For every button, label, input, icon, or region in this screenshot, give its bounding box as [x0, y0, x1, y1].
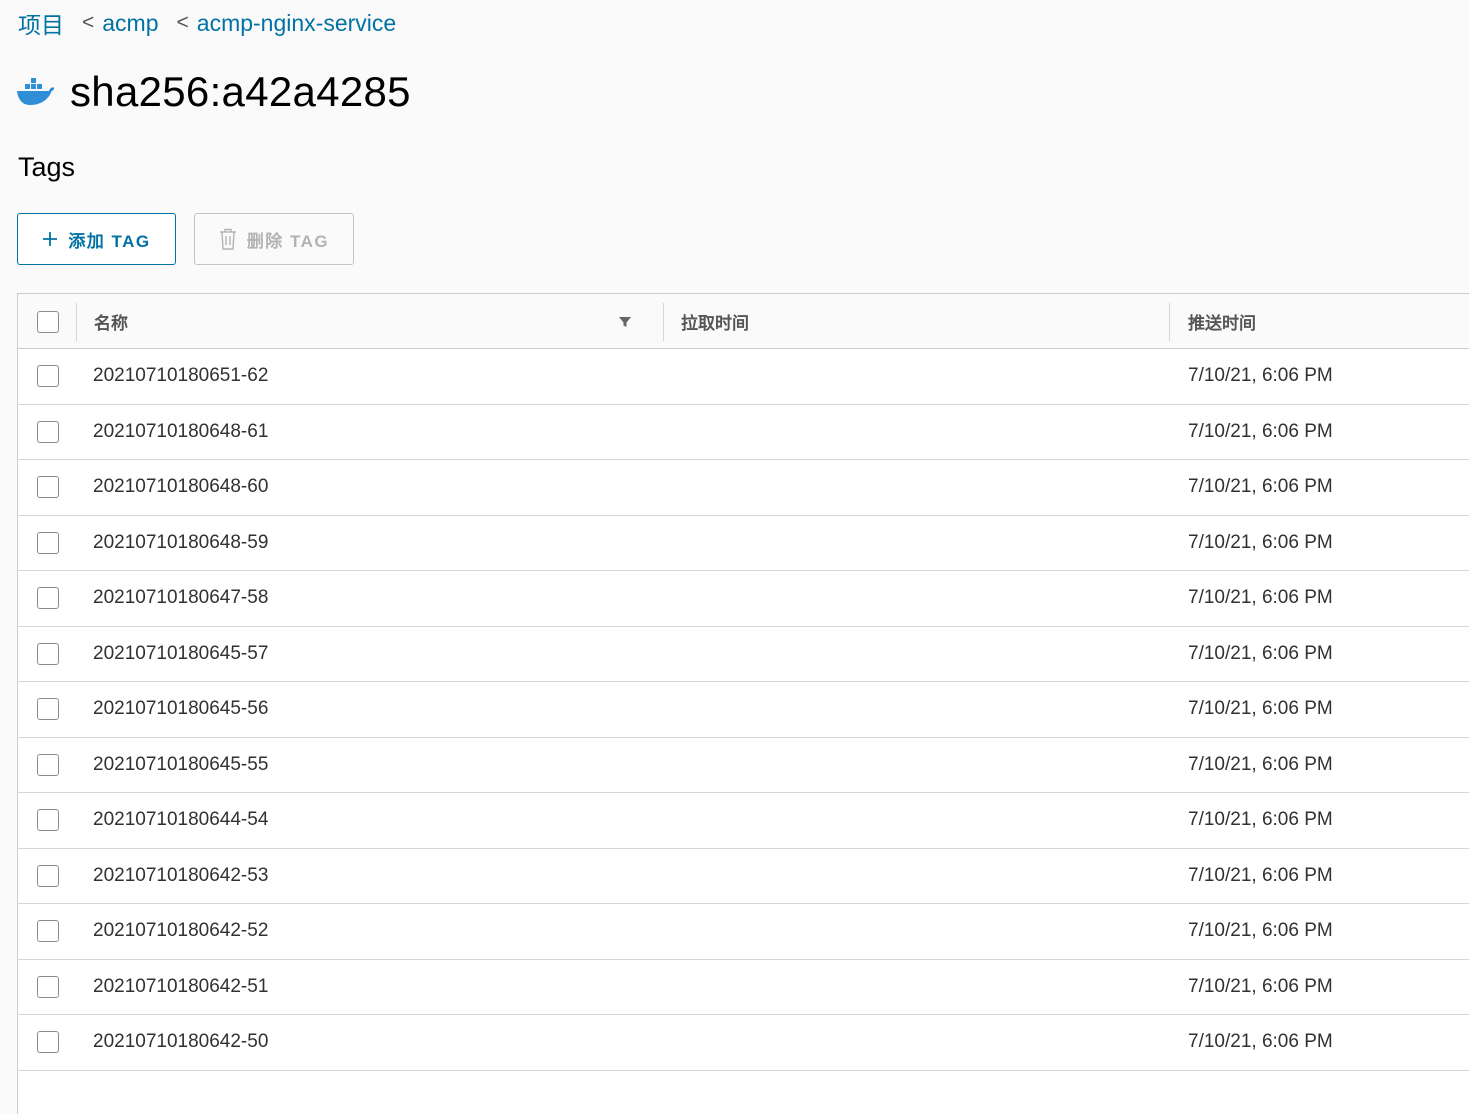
tag-name-cell: 20210710180642-50	[93, 1031, 269, 1053]
filter-cell	[618, 294, 632, 349]
column-header-pull-time[interactable]: 拉取时间	[681, 294, 749, 349]
row-checkbox[interactable]	[37, 864, 59, 887]
page-header: sha256:a42a4285	[16, 68, 411, 116]
row-select-cell	[37, 793, 59, 848]
row-select-cell	[37, 1015, 59, 1070]
row-checkbox[interactable]	[37, 365, 59, 388]
section-title-tags: Tags	[18, 152, 76, 182]
push-time-cell: 7/10/21, 6:06 PM	[1188, 1031, 1333, 1053]
table-row[interactable]: 20210710180647-58 7/10/21, 6:06 PM	[18, 571, 1469, 627]
table-row[interactable]: 20210710180642-50 7/10/21, 6:06 PM	[18, 1015, 1469, 1071]
table-row[interactable]: 20210710180648-59 7/10/21, 6:06 PM	[18, 516, 1469, 571]
column-separator	[1169, 303, 1170, 341]
tag-name-cell: 20210710180644-54	[93, 809, 269, 831]
push-time-cell: 7/10/21, 6:06 PM	[1188, 698, 1333, 720]
table-body: 20210710180651-62 7/10/21, 6:06 PM 2021071…	[18, 349, 1469, 1071]
tag-name-cell: 20210710180647-58	[93, 587, 269, 609]
column-separator	[76, 303, 77, 341]
add-tag-label: 添加 TAG	[68, 231, 151, 251]
push-time-cell: 7/10/21, 6:06 PM	[1188, 531, 1333, 553]
tag-name-cell: 20210710180645-57	[93, 642, 269, 664]
column-header-push-time-label: 推送时间	[1188, 314, 1256, 333]
row-select-cell	[37, 571, 59, 626]
push-time-cell: 7/10/21, 6:06 PM	[1188, 753, 1333, 775]
row-select-cell	[37, 849, 59, 904]
table-row[interactable]: 20210710180651-62 7/10/21, 6:06 PM	[18, 349, 1469, 405]
trash-icon	[219, 228, 237, 250]
table-row[interactable]: 20210710180642-51 7/10/21, 6:06 PM	[18, 960, 1469, 1015]
tag-name-cell: 20210710180642-51	[93, 975, 269, 997]
row-select-cell	[37, 460, 59, 515]
row-checkbox[interactable]	[37, 698, 59, 721]
row-checkbox[interactable]	[37, 809, 59, 832]
row-checkbox[interactable]	[37, 753, 59, 776]
select-all-cell	[37, 294, 59, 349]
row-select-cell	[37, 516, 59, 571]
row-select-cell	[37, 627, 59, 682]
tag-name-cell: 20210710180642-52	[93, 920, 269, 942]
delete-tag-button[interactable]: 删除 TAG	[194, 213, 354, 265]
table-row[interactable]: 20210710180645-56 7/10/21, 6:06 PM	[18, 682, 1469, 738]
filter-icon[interactable]	[618, 315, 632, 329]
row-checkbox[interactable]	[37, 975, 59, 998]
table-header: 名称 拉取时间 推送时间	[18, 294, 1469, 349]
docker-icon	[16, 77, 56, 107]
column-header-name[interactable]: 名称	[94, 294, 128, 349]
tag-name-cell: 20210710180645-55	[93, 753, 269, 775]
add-tag-button[interactable]: 添加 TAG	[17, 213, 176, 265]
push-time-cell: 7/10/21, 6:06 PM	[1188, 864, 1333, 886]
tag-name-cell: 20210710180642-53	[93, 864, 269, 886]
row-select-cell	[37, 738, 59, 793]
row-checkbox[interactable]	[37, 642, 59, 665]
table-row[interactable]: 20210710180645-57 7/10/21, 6:06 PM	[18, 627, 1469, 682]
row-select-cell	[37, 904, 59, 959]
row-select-cell	[37, 682, 59, 737]
tag-name-cell: 20210710180648-60	[93, 476, 269, 498]
row-checkbox[interactable]	[37, 531, 59, 554]
push-time-cell: 7/10/21, 6:06 PM	[1188, 420, 1333, 442]
push-time-cell: 7/10/21, 6:06 PM	[1188, 975, 1333, 997]
row-select-cell	[37, 960, 59, 1015]
row-checkbox[interactable]	[37, 920, 59, 943]
push-time-cell: 7/10/21, 6:06 PM	[1188, 809, 1333, 831]
breadcrumb-item-repository[interactable]: acmp-nginx-service	[197, 10, 396, 37]
tags-table: 名称 拉取时间 推送时间 20210710180651-62 7/10/21, 6…	[17, 293, 1469, 1114]
column-separator	[663, 303, 664, 341]
delete-tag-label: 删除 TAG	[246, 231, 330, 251]
row-checkbox[interactable]	[37, 476, 59, 499]
row-select-cell	[37, 349, 59, 404]
breadcrumb-separator: <	[176, 11, 189, 34]
tag-name-cell: 20210710180651-62	[93, 365, 269, 387]
push-time-cell: 7/10/21, 6:06 PM	[1188, 587, 1333, 609]
breadcrumb-separator: <	[82, 11, 95, 34]
row-checkbox[interactable]	[37, 420, 59, 443]
table-row[interactable]: 20210710180648-61 7/10/21, 6:06 PM	[18, 405, 1469, 460]
row-checkbox[interactable]	[37, 587, 59, 610]
push-time-cell: 7/10/21, 6:06 PM	[1188, 642, 1333, 664]
breadcrumb: 项目 < acmp < acmp-nginx-service	[18, 6, 396, 40]
table-row[interactable]: 20210710180644-54 7/10/21, 6:06 PM	[18, 793, 1469, 849]
table-row[interactable]: 20210710180645-55 7/10/21, 6:06 PM	[18, 738, 1469, 793]
plus-icon	[42, 231, 58, 247]
column-header-pull-time-label: 拉取时间	[681, 314, 749, 333]
push-time-cell: 7/10/21, 6:06 PM	[1188, 365, 1333, 387]
breadcrumb-item-acmp[interactable]: acmp	[102, 10, 158, 37]
table-row[interactable]: 20210710180642-52 7/10/21, 6:06 PM	[18, 904, 1469, 960]
breadcrumb-item-projects[interactable]: 项目	[18, 6, 64, 40]
column-header-name-label: 名称	[94, 314, 128, 333]
table-row[interactable]: 20210710180648-60 7/10/21, 6:06 PM	[18, 460, 1469, 516]
push-time-cell: 7/10/21, 6:06 PM	[1188, 476, 1333, 498]
tag-name-cell: 20210710180648-59	[93, 531, 269, 553]
page-title: sha256:a42a4285	[70, 68, 411, 115]
push-time-cell: 7/10/21, 6:06 PM	[1188, 920, 1333, 942]
tag-name-cell: 20210710180645-56	[93, 698, 269, 720]
row-checkbox[interactable]	[37, 1031, 59, 1054]
row-select-cell	[37, 405, 59, 460]
select-all-checkbox[interactable]	[37, 310, 59, 333]
table-row[interactable]: 20210710180642-53 7/10/21, 6:06 PM	[18, 849, 1469, 904]
tag-name-cell: 20210710180648-61	[93, 420, 269, 442]
column-header-push-time[interactable]: 推送时间	[1188, 294, 1256, 349]
